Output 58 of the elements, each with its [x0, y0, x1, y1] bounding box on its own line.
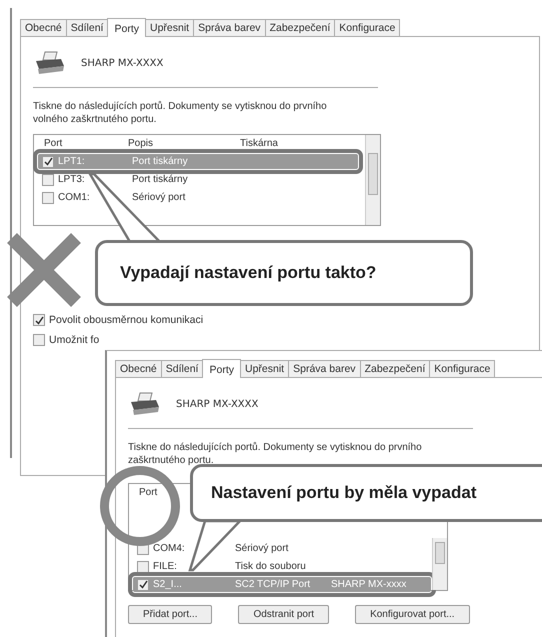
dialog-button[interactable]: Konfigurovat port... — [355, 605, 470, 624]
tab[interactable]: Upřesnit — [240, 360, 290, 377]
printer-name: SHARP MX-XXXX — [81, 58, 164, 68]
tab[interactable]: Zabezpečení — [264, 19, 336, 36]
tab[interactable]: Porty — [202, 359, 241, 378]
port-name: COM1: — [58, 192, 91, 203]
option-label: Povolit obousměrnou komunikaci — [49, 314, 204, 326]
column-header[interactable]: Port — [44, 138, 114, 149]
port-description: Port tiskárny — [132, 156, 189, 167]
circle-mark-icon — [100, 466, 180, 546]
port-name: COM4: — [153, 543, 186, 554]
instruction-text: Tiskne do následujících portů. Dokumenty se vytisknou do prvního zaškrtnutého portu. — [128, 441, 423, 467]
tab[interactable]: Sdílení — [66, 19, 108, 36]
tab[interactable]: Sdílení — [160, 360, 204, 377]
tab[interactable]: Konfigurace — [334, 19, 400, 36]
port-row[interactable]: COM1: Sériový port — [38, 190, 358, 205]
callout-text: Nastavení portu by měla vypadat — [211, 483, 476, 503]
port-name: LPT1: — [58, 156, 86, 167]
column-header[interactable]: Tiskárna — [240, 138, 330, 149]
printer-cell-text: SHARP MX-xxxx — [331, 579, 408, 590]
tab[interactable]: Porty — [107, 18, 146, 37]
dialog-button[interactable]: Přidat port... — [128, 605, 212, 624]
printer-name: SHARP MX-XXXX — [176, 398, 258, 410]
option-label: Umožnit fo — [49, 334, 100, 346]
dialog-button[interactable]: Odstranit port — [238, 605, 330, 624]
printer-icon — [128, 391, 162, 417]
port-name: S2_I... — [153, 579, 183, 590]
tab[interactable]: Obecné — [20, 19, 67, 36]
tab[interactable]: Správa barev — [288, 360, 361, 377]
port-description: Sériový port — [235, 543, 290, 554]
printer-icon — [33, 50, 67, 76]
port-name: LPT3: — [58, 174, 86, 185]
tab[interactable]: Obecné — [115, 360, 162, 377]
tab[interactable]: Upřesnit — [145, 19, 194, 36]
port-description: SC2 TCP/IP Port — [235, 579, 312, 590]
tab[interactable]: Zabezpečení — [360, 360, 430, 377]
checkbox[interactable] — [42, 192, 54, 204]
checkbox[interactable] — [33, 334, 45, 346]
instruction-text: Tiskne do následujících portů. Dokumenty se vytisknou do prvního volného zaškrtnutého portu. — [33, 100, 328, 126]
tab[interactable]: Správa barev — [193, 19, 266, 36]
column-header[interactable]: Popis — [114, 138, 240, 149]
scrollbar[interactable] — [432, 538, 447, 590]
scrollbar[interactable] — [365, 135, 380, 225]
port-name: FILE: — [153, 561, 178, 572]
port-row[interactable]: COM4: Sériový port — [133, 541, 431, 556]
checkbox[interactable] — [137, 578, 149, 590]
port-description: Sériový port — [132, 192, 186, 203]
column-header[interactable]: Port — [139, 487, 158, 498]
port-description: Port tiskárny — [132, 174, 189, 185]
checkbox[interactable] — [137, 560, 149, 572]
port-row[interactable]: LPT3: Port tiskárny — [38, 172, 358, 187]
checkbox[interactable] — [42, 156, 54, 168]
checkbox[interactable] — [42, 174, 54, 186]
port-description: Tisk do souboru — [235, 561, 307, 572]
tab[interactable]: Konfigurace — [429, 360, 496, 377]
checkbox[interactable] — [33, 314, 45, 326]
port-row[interactable]: FILE: Tisk do souboru — [133, 559, 431, 574]
callout-text: Vypadají nastavení portu takto? — [120, 263, 376, 283]
